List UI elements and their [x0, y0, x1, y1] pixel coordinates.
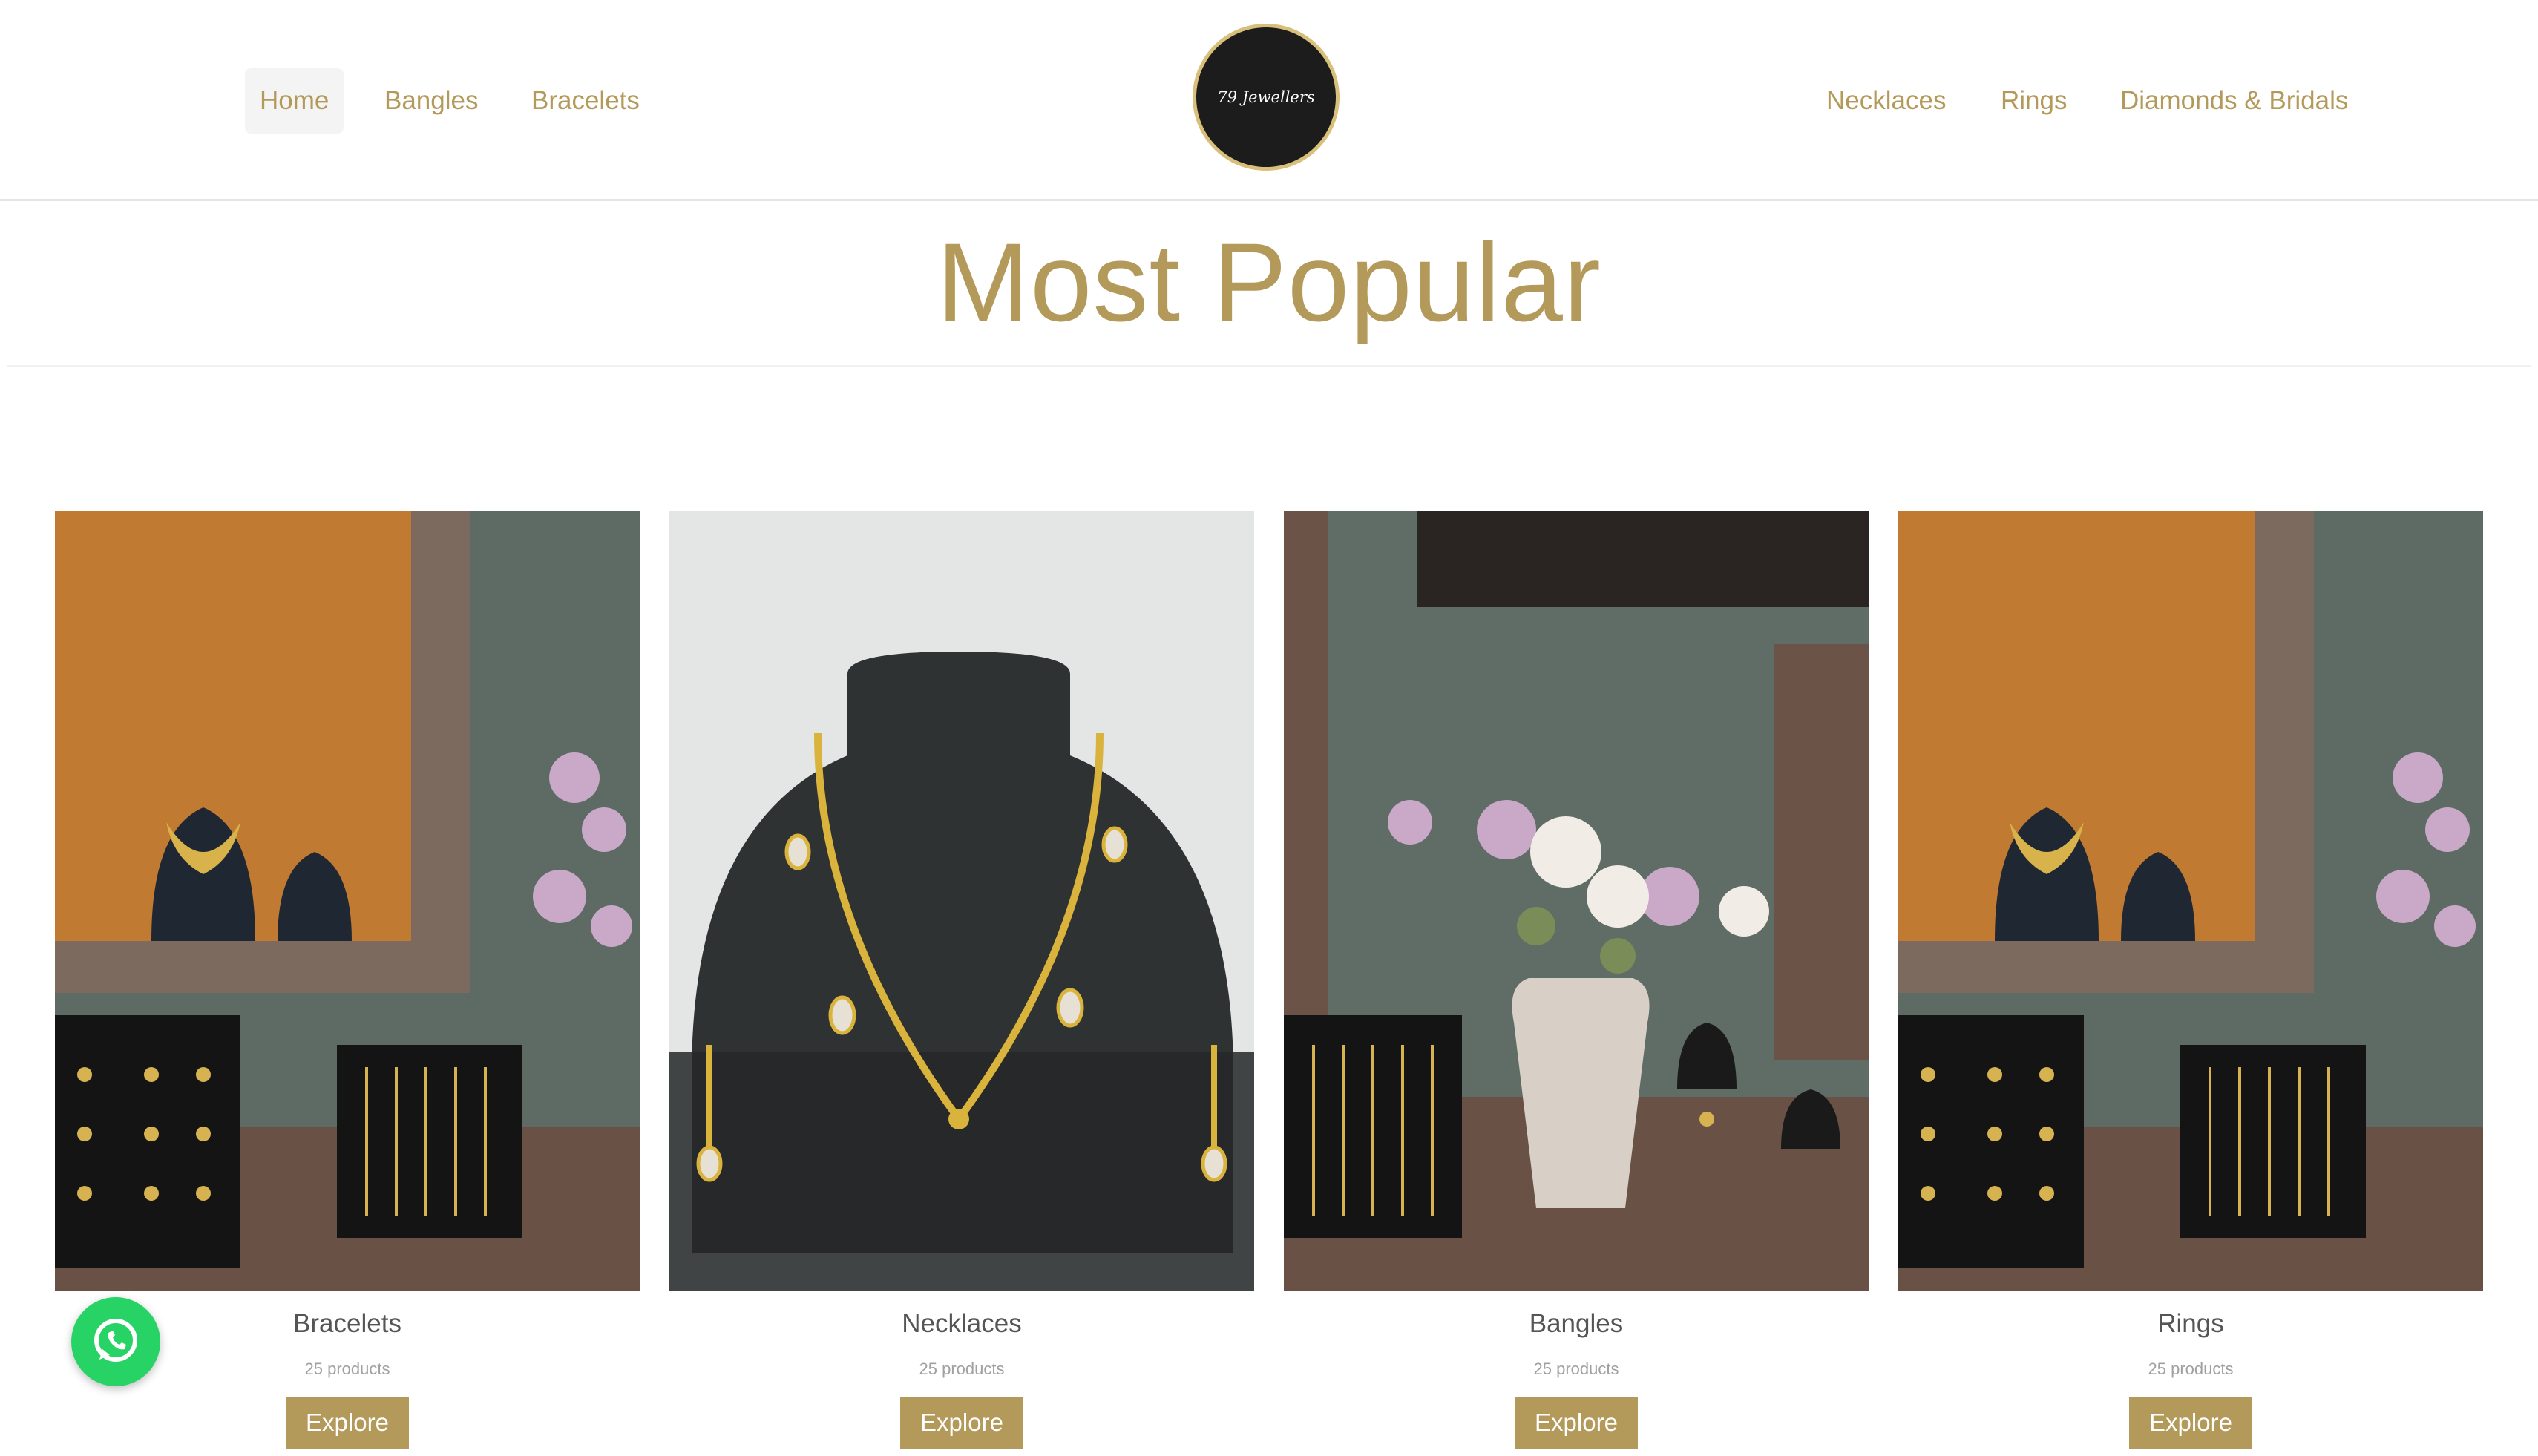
explore-button-bracelets[interactable]: Explore — [286, 1397, 409, 1449]
product-photo-bracelets[interactable] — [55, 511, 640, 1291]
jewellery-display-shelf-photo — [55, 511, 640, 1291]
jewellery-display-shelf-photo — [1898, 511, 2483, 1291]
section-title: Most Popular — [937, 220, 1601, 344]
site-logo[interactable]: 79 Jewellers — [1193, 24, 1340, 171]
whatsapp-icon — [94, 1319, 137, 1362]
product-name: Necklaces — [902, 1309, 1022, 1338]
nav-bracelets[interactable]: Bracelets — [531, 68, 640, 134]
title-divider — [7, 365, 2531, 367]
product-photo-rings[interactable] — [1898, 511, 2483, 1291]
gold-necklace-on-bust-photo — [669, 511, 1254, 1291]
product-count: 25 products — [1533, 1360, 1619, 1378]
product-count: 25 products — [919, 1360, 1005, 1378]
logo-text: 79 Jewellers — [1217, 88, 1315, 106]
explore-button-bangles[interactable]: Explore — [1515, 1397, 1638, 1449]
site-header: Home Bangles Bracelets 79 Jewellers Neck… — [0, 0, 2538, 201]
nav-diamonds-bridals[interactable]: Diamonds & Bridals — [2120, 68, 2348, 134]
product-count: 25 products — [2148, 1360, 2234, 1378]
explore-button-necklaces[interactable]: Explore — [900, 1397, 1023, 1449]
product-name: Bangles — [1529, 1309, 1624, 1338]
whatsapp-chat-button[interactable] — [71, 1297, 160, 1386]
logo-circle: 79 Jewellers — [1196, 27, 1336, 167]
product-photo-necklaces[interactable] — [669, 511, 1254, 1291]
explore-button-rings[interactable]: Explore — [2129, 1397, 2252, 1449]
product-name: Rings — [2157, 1309, 2224, 1338]
nav-bangles[interactable]: Bangles — [384, 68, 478, 134]
nav-home[interactable]: Home — [245, 68, 344, 134]
nav-necklaces[interactable]: Necklaces — [1826, 68, 1946, 134]
product-photo-bangles[interactable] — [1284, 511, 1869, 1291]
flower-vase-display-photo — [1284, 511, 1869, 1291]
nav-rings[interactable]: Rings — [2001, 68, 2067, 134]
